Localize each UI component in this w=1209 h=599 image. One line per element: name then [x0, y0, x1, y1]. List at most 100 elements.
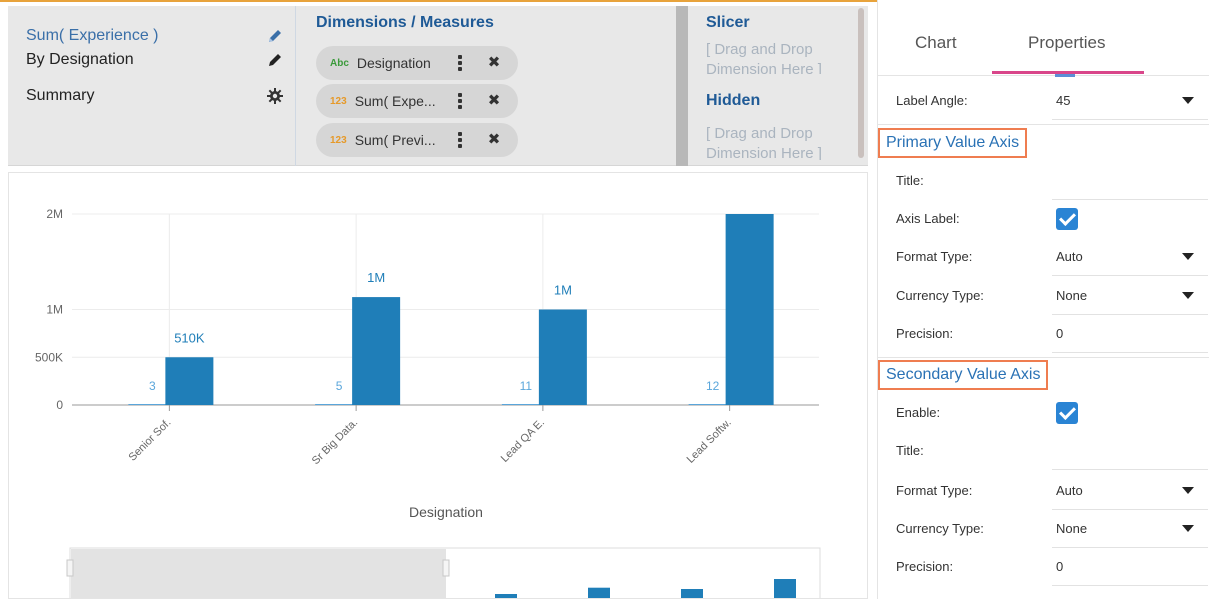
chart-config-panel: Sum( Experience ) By Designation Summary	[8, 6, 868, 166]
axis-label-field	[1052, 200, 1208, 238]
tab-properties[interactable]: Properties	[1028, 33, 1105, 53]
measure-pill-experience[interactable]: 123 Sum( Expe... ✖	[316, 84, 518, 118]
dimension-title-row[interactable]: By Designation	[26, 48, 284, 72]
data-label: 3	[149, 379, 156, 393]
caret-down-icon	[1182, 525, 1194, 532]
precision-label: Precision:	[896, 326, 954, 341]
navigator-bar	[588, 587, 610, 598]
currency-type-value: None	[1056, 288, 1088, 303]
x-axis-title: Designation	[409, 504, 483, 520]
primary-title-row: Title:	[878, 162, 1209, 200]
kebab-menu-icon[interactable]	[458, 92, 464, 110]
caret-down-icon	[1182, 97, 1194, 104]
chart-area: 0 500K 1M 2M 3 510K Senior Sof. 5 1M Sr Big Data.…	[8, 172, 868, 599]
primary-format-type-row: Format Type: Auto	[878, 238, 1209, 276]
bar-chart: 0 500K 1M 2M 3 510K Senior Sof. 5 1M Sr Big Data.…	[35, 207, 821, 598]
caret-down-icon	[1182, 253, 1194, 260]
primary-currency-type-select[interactable]: None	[1052, 277, 1208, 315]
axis-label-row: Axis Label:	[878, 200, 1209, 238]
data-label: 1M	[554, 283, 572, 298]
number-type-icon: 123	[330, 95, 347, 107]
label-angle-label: Label Angle:	[896, 93, 968, 108]
caret-down-icon	[1182, 292, 1194, 299]
divider	[878, 124, 1209, 125]
secondary-currency-type-select[interactable]: None	[1052, 510, 1208, 548]
format-type-label: Format Type:	[896, 249, 973, 264]
gear-icon[interactable]	[266, 87, 284, 105]
pencil-icon[interactable]	[266, 27, 284, 45]
measure-title-row[interactable]: Sum( Experience )	[26, 24, 284, 48]
label-angle-select[interactable]: 45	[1052, 82, 1208, 120]
label-angle-row: Label Angle: 45	[878, 82, 1209, 120]
pill-label: Sum( Previ...	[354, 132, 436, 148]
dimensions-measures-title: Dimensions / Measures	[316, 14, 494, 31]
x-tick-label: Lead QA E.	[499, 417, 547, 465]
enable-field	[1052, 394, 1208, 432]
chart-settings-column: Sum( Experience ) By Designation Summary	[8, 6, 296, 166]
data-label: 1M	[367, 270, 385, 285]
secondary-currency-type-row: Currency Type: None	[878, 510, 1209, 548]
secondary-title-row: Title:	[878, 432, 1209, 470]
secondary-enable-row: Enable:	[878, 394, 1209, 432]
data-label: 510K	[174, 330, 205, 345]
caret-down-icon	[1182, 487, 1194, 494]
tab-chart[interactable]: Chart	[915, 33, 957, 53]
secondary-value-axis-heading: Secondary Value Axis	[878, 360, 1049, 390]
hidden-drop-zone[interactable]: [ Drag and Drop Dimension Here ]	[706, 124, 856, 160]
navigator-shaded-region	[71, 549, 446, 598]
bar	[165, 357, 214, 405]
column-divider-handle[interactable]	[676, 6, 688, 166]
close-icon[interactable]: ✖	[486, 55, 502, 71]
primary-format-type-select[interactable]: Auto	[1052, 238, 1208, 276]
primary-precision-row: Precision: 0	[878, 315, 1209, 353]
scroll-indicator	[1055, 74, 1075, 77]
dimension-pill-designation[interactable]: Abc Designation ✖	[316, 46, 518, 80]
label-angle-value: 45	[1056, 93, 1071, 108]
number-type-icon: 123	[330, 134, 347, 146]
currency-type-label: Currency Type:	[896, 288, 984, 303]
panel-tabs: Chart Properties	[878, 0, 1209, 76]
close-icon[interactable]: ✖	[486, 93, 502, 109]
bar	[538, 309, 587, 405]
summary-row[interactable]: Summary	[26, 84, 284, 108]
pill-label: Designation	[356, 55, 431, 71]
pencil-icon[interactable]	[266, 51, 284, 69]
primary-precision-input[interactable]: 0	[1052, 315, 1208, 353]
summary-label: Summary	[26, 87, 95, 104]
close-icon[interactable]: ✖	[486, 132, 502, 148]
precision-value: 0	[1056, 326, 1064, 341]
navigator-handle-right	[442, 559, 450, 577]
properties-panel: Chart Properties Label Angle: 45 Primary…	[877, 0, 1209, 599]
divider	[878, 357, 1209, 358]
secondary-title-input[interactable]	[1052, 432, 1208, 470]
data-label: 11	[520, 379, 533, 393]
secondary-format-type-row: Format Type: Auto	[878, 472, 1209, 510]
y-tick-label: 500K	[35, 350, 63, 364]
measure-title-label: Sum( Experience )	[26, 27, 159, 44]
primary-title-label: Title:	[896, 173, 924, 188]
kebab-menu-icon[interactable]	[458, 131, 464, 149]
format-type-value: Auto	[1056, 483, 1083, 498]
currency-type-value: None	[1056, 521, 1088, 536]
bar	[352, 297, 401, 405]
format-type-value: Auto	[1056, 249, 1083, 264]
x-tick-label: Sr Big Data.	[310, 417, 360, 467]
navigator-handle-left	[66, 559, 74, 577]
y-tick-label: 0	[56, 398, 63, 412]
kebab-menu-icon[interactable]	[458, 54, 464, 72]
axis-label-checkbox[interactable]	[1056, 208, 1078, 230]
secondary-precision-input[interactable]: 0	[1052, 548, 1208, 586]
enable-checkbox[interactable]	[1056, 402, 1078, 424]
slicer-drop-zone[interactable]: [ Drag and Drop Dimension Here ]	[706, 40, 856, 74]
text-type-icon: Abc	[330, 57, 349, 69]
secondary-title-label: Title:	[896, 443, 924, 458]
secondary-format-type-select[interactable]: Auto	[1052, 472, 1208, 510]
y-tick-label: 1M	[46, 303, 63, 317]
hidden-title: Hidden	[706, 92, 761, 109]
bar	[725, 214, 774, 405]
navigator-bar	[495, 594, 517, 598]
measure-pill-previous[interactable]: 123 Sum( Previ... ✖	[316, 123, 518, 157]
primary-currency-type-row: Currency Type: None	[878, 277, 1209, 315]
primary-title-input[interactable]	[1052, 162, 1208, 200]
scrollbar[interactable]	[858, 8, 864, 158]
